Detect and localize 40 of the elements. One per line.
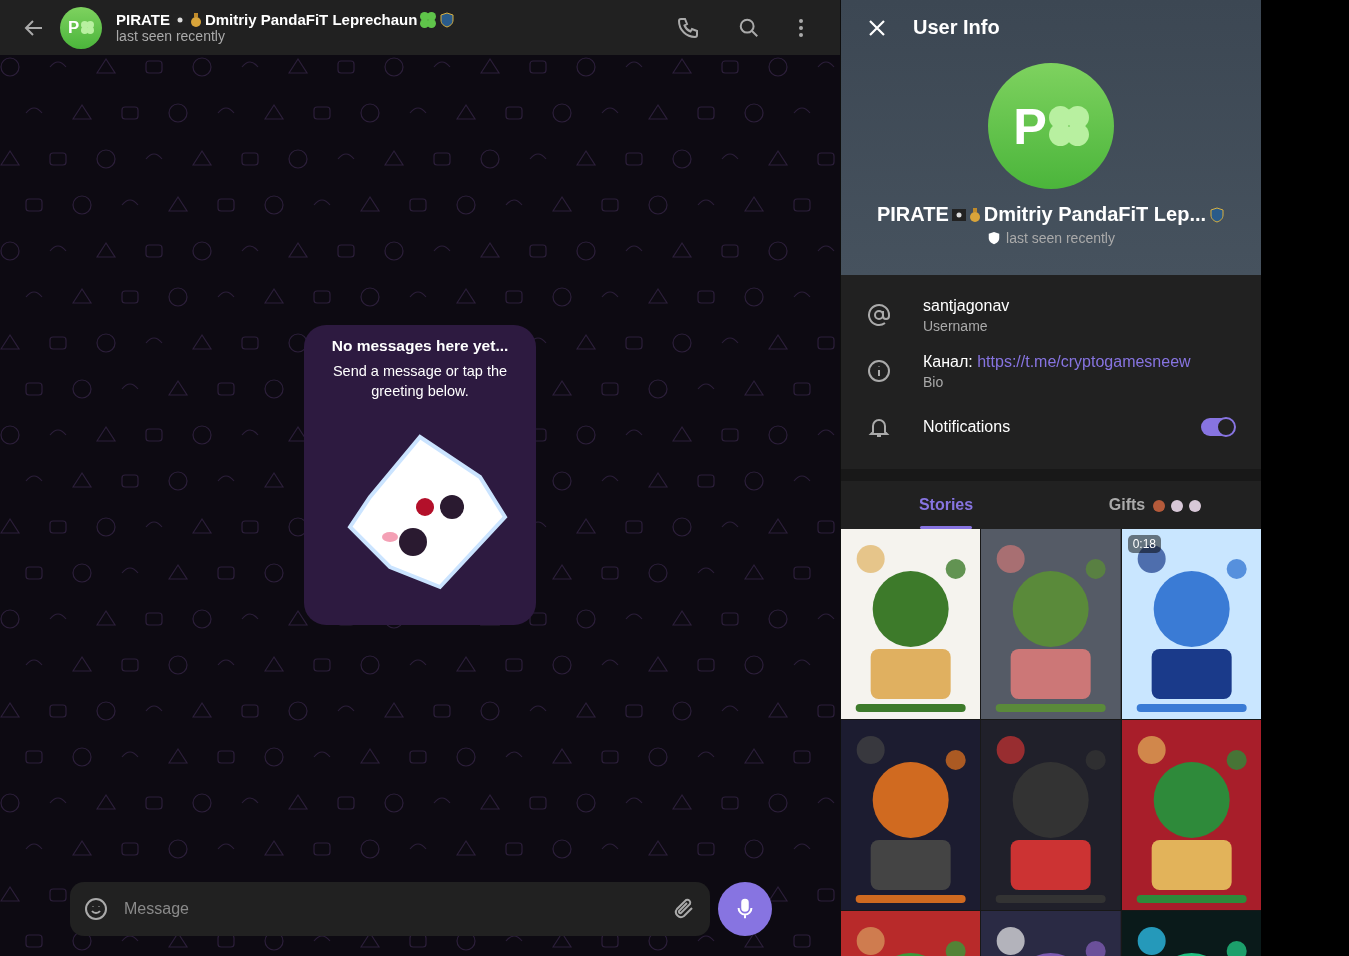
name-text: Dmitriy PandaFiT Lep...	[983, 203, 1207, 226]
empty-title: No messages here yet...	[331, 337, 509, 355]
profile-tab[interactable]: Gifts	[1051, 481, 1261, 529]
field-label: Bio	[923, 373, 945, 390]
name-text: PIRATE	[876, 203, 949, 226]
clover-icon	[420, 11, 437, 28]
name-text: Dmitriy PandaFiT Leprechaun	[204, 11, 418, 28]
status-text: last seen recently	[116, 28, 226, 44]
shield-badge-icon	[439, 11, 456, 28]
phone-button[interactable]	[676, 15, 700, 40]
notifications-toggle[interactable]	[1201, 418, 1235, 436]
field-label: Username	[923, 317, 989, 334]
message-field[interactable]: Message	[70, 882, 710, 936]
message-input[interactable]: Message	[122, 899, 658, 919]
gift-stickers-icon	[1151, 497, 1204, 513]
close-button[interactable]	[867, 17, 887, 38]
emoji-icon[interactable]	[84, 897, 108, 921]
search-button[interactable]	[738, 16, 760, 39]
empty-text: Send a message or tap the greeting below.	[331, 362, 509, 401]
username-text: santjagonav	[923, 296, 1011, 315]
clover-icon	[1048, 106, 1089, 146]
channel-link[interactable]: https://t.me/cryptogamesneew	[977, 352, 1191, 370]
name-text: PIRATE	[116, 11, 170, 28]
money-bag-icon	[189, 12, 202, 27]
duration-badge: 0:18	[1127, 535, 1161, 553]
clover-icon	[81, 21, 95, 34]
panel-title: User Info	[913, 16, 1000, 39]
profile-avatar: P	[988, 63, 1114, 189]
money-bag-icon	[968, 207, 981, 222]
bio-text: Канал: https://t.me/cryptogamesneew	[923, 352, 1192, 371]
status-text: last seen recently	[1006, 230, 1115, 246]
profile-tab[interactable]: Stories	[841, 481, 1051, 529]
at-sign-icon	[867, 303, 891, 327]
shield-icon	[987, 231, 1001, 245]
notifications-label: Notifications	[923, 418, 1012, 436]
attach-icon[interactable]	[672, 897, 696, 921]
more-button[interactable]	[798, 17, 804, 38]
microphone-button[interactable]	[718, 882, 772, 936]
info-icon	[867, 359, 891, 383]
shield-badge-icon	[1209, 206, 1226, 223]
